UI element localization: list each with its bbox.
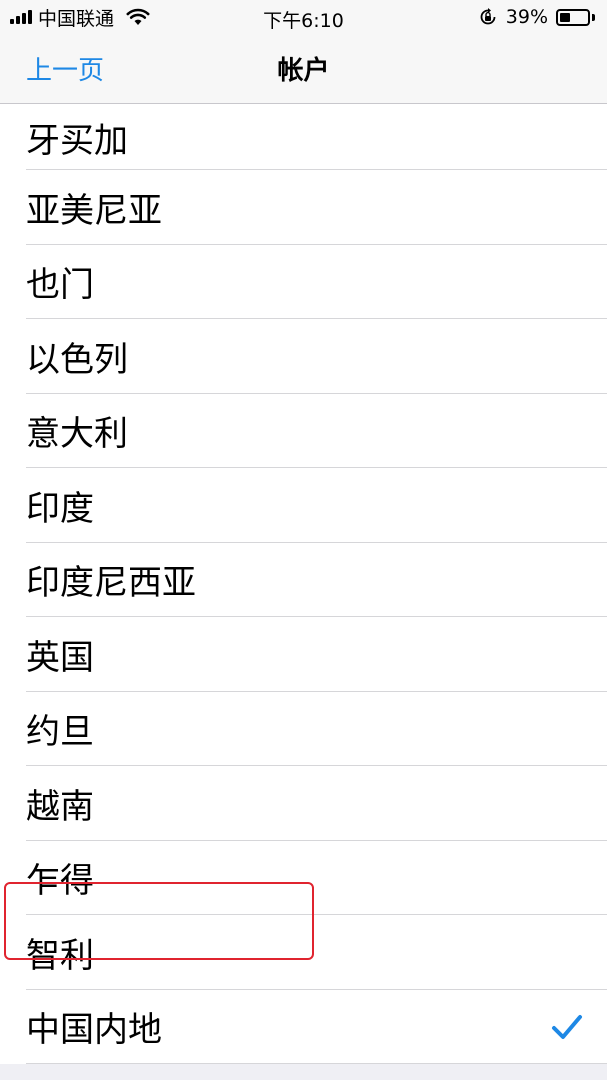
list-item[interactable]: 英国 — [0, 617, 607, 692]
list-item-label: 中国内地 — [26, 1010, 162, 1051]
country-list[interactable]: 牙买加亚美尼亚也门以色列意大利印度印度尼西亚英国约旦越南乍得智利中国内地 — [0, 104, 607, 1064]
list-item[interactable]: 印度 — [0, 468, 607, 543]
list-item-label: 智利 — [26, 935, 94, 976]
list-item-selected[interactable]: 中国内地 — [0, 990, 607, 1065]
list-item[interactable]: 印度尼西亚 — [0, 543, 607, 618]
list-item[interactable]: 以色列 — [0, 319, 607, 394]
list-item-label: 亚美尼亚 — [26, 190, 162, 231]
list-item[interactable]: 意大利 — [0, 394, 607, 469]
list-item-label: 以色列 — [26, 339, 128, 380]
rotation-lock-icon — [480, 8, 496, 25]
battery-percent: 39% — [505, 6, 548, 28]
page-title: 帐户 — [277, 56, 330, 86]
list-item-label: 英国 — [26, 637, 94, 678]
list-item[interactable]: 也门 — [0, 245, 607, 320]
list-item[interactable]: 牙买加 — [0, 104, 607, 170]
status-right: 39% — [478, 6, 595, 28]
list-item-label: 越南 — [26, 786, 94, 827]
navigation-bar: 上一页 帐户 — [0, 36, 607, 104]
list-item-label: 印度尼西亚 — [26, 563, 196, 604]
list-item[interactable]: 亚美尼亚 — [0, 170, 607, 245]
list-item[interactable]: 乍得 — [0, 841, 607, 916]
list-item[interactable]: 越南 — [0, 766, 607, 841]
list-item-label: 印度 — [26, 488, 94, 529]
list-item-label: 意大利 — [26, 414, 128, 455]
list-item-label: 乍得 — [26, 861, 94, 902]
checkmark-icon — [552, 1014, 582, 1039]
list-bottom-background — [0, 1064, 607, 1080]
list-item-label: 牙买加 — [26, 120, 128, 161]
list-item-label: 也门 — [26, 265, 94, 306]
battery-icon — [556, 8, 590, 26]
status-bar: 中国联通 下午6:10 39% — [0, 0, 607, 36]
list-item[interactable]: 智利 — [0, 915, 607, 990]
battery-fill — [560, 12, 570, 22]
list-item[interactable]: 约旦 — [0, 692, 607, 767]
battery-tip — [592, 13, 595, 21]
list-item-label: 约旦 — [26, 712, 94, 753]
